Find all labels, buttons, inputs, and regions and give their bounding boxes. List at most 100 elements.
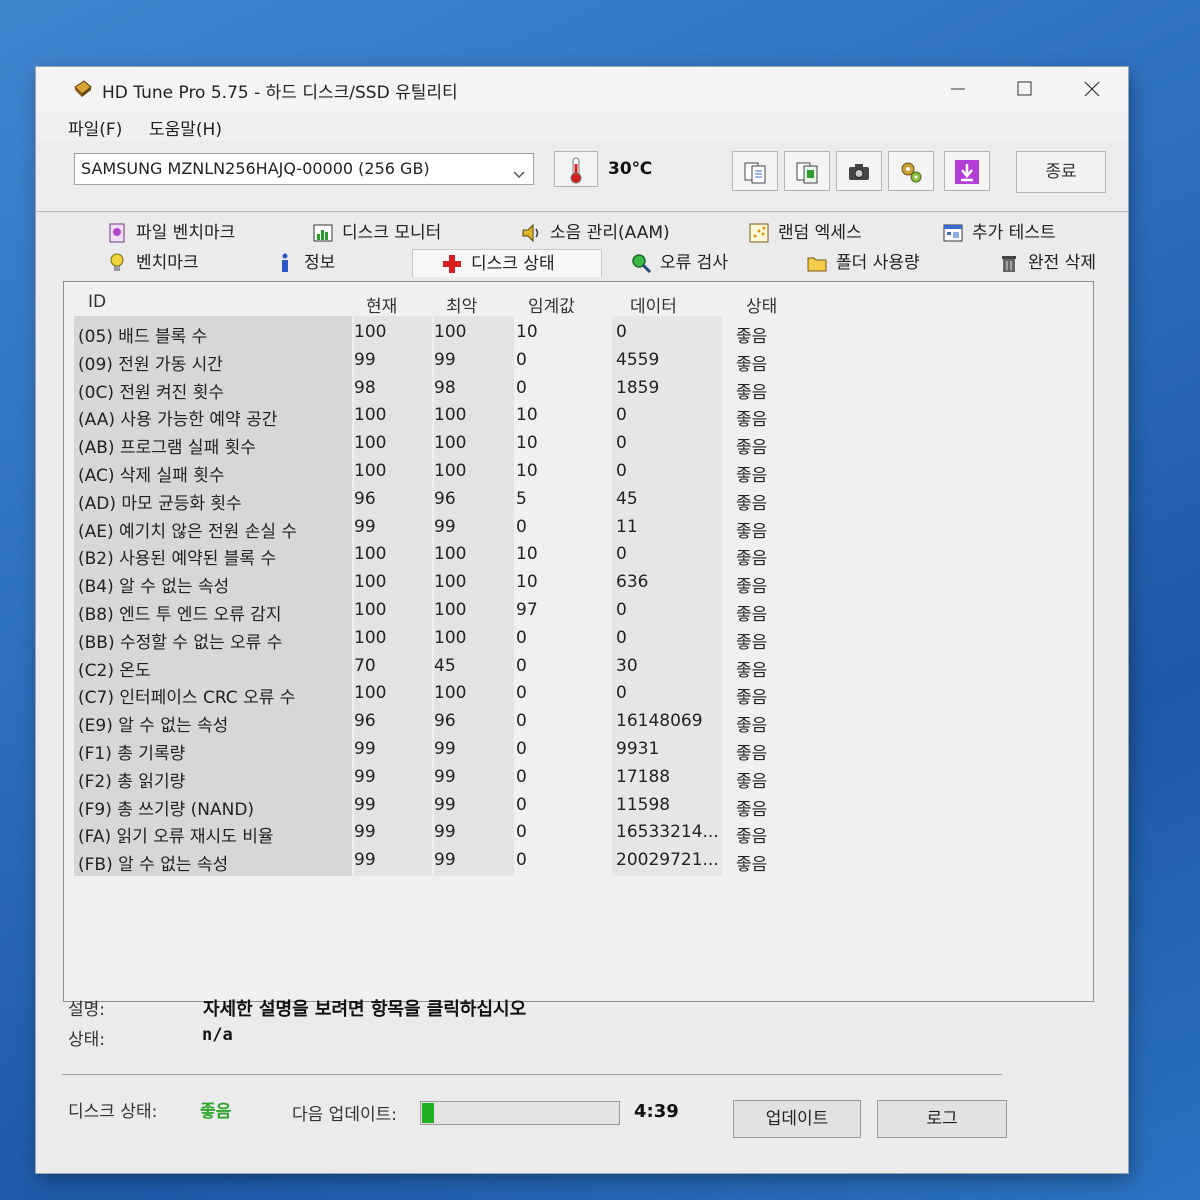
speaker-icon [520, 222, 542, 244]
table-row[interactable]: (AD) 마모 균등화 횟수 96 96 5 45 좋음 [64, 487, 1084, 515]
col-header-worst[interactable]: 최악 [446, 292, 477, 317]
row-worst: 100 [434, 627, 467, 648]
col-header-current[interactable]: 현재 [366, 292, 397, 317]
table-row[interactable]: (AA) 사용 가능한 예약 공간 100 100 10 0 좋음 [64, 403, 1084, 431]
tab-health[interactable]: 디스크 상태 [412, 249, 602, 277]
log-button[interactable]: 로그 [877, 1100, 1007, 1138]
table-row[interactable]: (C2) 온도 70 45 0 30 좋음 [64, 654, 1084, 682]
app-window: HD Tune Pro 5.75 - 하드 디스크/SSD 유틸리티 파일(F)… [36, 67, 1128, 1173]
row-current: 99 [354, 766, 376, 787]
tab-erase[interactable]: 완전 삭제 [998, 249, 1096, 277]
progress-fill [422, 1103, 434, 1123]
tab-file-benchmark[interactable]: 파일 벤치마크 [106, 219, 235, 247]
row-worst: 99 [434, 794, 456, 815]
table-row[interactable]: (E9) 알 수 없는 속성 96 96 0 16148069 좋음 [64, 709, 1084, 737]
table-row[interactable]: (AB) 프로그램 실패 횟수 100 100 10 0 좋음 [64, 431, 1084, 459]
exit-button[interactable]: 종료 [1016, 151, 1106, 193]
window-title: HD Tune Pro 5.75 - 하드 디스크/SSD 유틸리티 [102, 83, 458, 103]
tab-extra-tests[interactable]: 추가 테스트 [942, 219, 1056, 247]
row-status: 좋음 [736, 799, 768, 820]
table-row[interactable]: (B2) 사용된 예약된 블록 수 100 100 10 0 좋음 [64, 542, 1084, 570]
tab-folder-usage[interactable]: 폴더 사용량 [806, 249, 920, 277]
save-button[interactable] [944, 151, 990, 191]
temperature-button[interactable] [554, 151, 598, 187]
row-status: 좋음 [736, 410, 768, 431]
row-worst: 99 [434, 516, 456, 537]
drive-select[interactable]: SAMSUNG MZNLN256HAJQ-00000 (256 GB) [74, 153, 534, 185]
row-worst: 100 [434, 600, 467, 620]
title-bar[interactable]: HD Tune Pro 5.75 - 하드 디스크/SSD 유틸리티 [36, 67, 1128, 111]
row-id: (AD) 마모 균등화 횟수 [78, 493, 242, 514]
row-status: 좋음 [736, 438, 768, 459]
menu-file[interactable]: 파일(F) [68, 115, 122, 140]
divider [62, 1074, 1002, 1075]
minimize-button[interactable] [934, 73, 982, 105]
screenshot-button[interactable] [836, 151, 882, 191]
col-header-data[interactable]: 데이터 [630, 292, 677, 317]
row-data: 0 [616, 433, 627, 454]
row-current: 96 [354, 711, 376, 732]
gear-icon [901, 162, 922, 183]
row-current: 99 [354, 739, 376, 759]
table-row[interactable]: (AC) 삭제 실패 횟수 100 100 10 0 좋음 [64, 459, 1084, 487]
table-row[interactable]: (09) 전원 가동 시간 99 99 0 4559 좋음 [64, 348, 1084, 376]
close-button[interactable] [1068, 73, 1116, 105]
table-row[interactable]: (0C) 전원 켜진 횟수 98 98 0 1859 좋음 [64, 376, 1084, 404]
row-status: 좋음 [736, 327, 768, 347]
row-status: 좋음 [736, 605, 768, 625]
update-button[interactable]: 업데이트 [733, 1100, 861, 1138]
tab-disk-monitor[interactable]: 디스크 모니터 [312, 219, 441, 247]
menu-help[interactable]: 도움말(H) [149, 115, 222, 140]
table-row[interactable]: (B4) 알 수 없는 속성 100 100 10 636 좋음 [64, 570, 1084, 598]
tab-info[interactable]: 정보 [274, 249, 335, 277]
disk-monitor-icon [312, 222, 334, 244]
col-header-status[interactable]: 상태 [746, 292, 777, 317]
maximize-button[interactable] [1000, 73, 1048, 105]
row-data: 0 [616, 461, 627, 481]
folder-icon [806, 252, 828, 274]
row-current: 100 [354, 405, 387, 426]
row-id: (09) 전원 가동 시간 [78, 354, 223, 375]
trash-icon [998, 252, 1020, 274]
tab-aam[interactable]: 소음 관리(AAM) [520, 219, 670, 247]
table-row[interactable]: (F9) 총 쓰기량 (NAND) 99 99 0 11598 좋음 [64, 793, 1084, 821]
menu-bar: 파일(F) 도움말(H) [36, 111, 1128, 141]
row-id: (C7) 인터페이스 CRC 오류 수 [78, 688, 296, 709]
tab-benchmark[interactable]: 벤치마크 [106, 249, 199, 277]
tab-error-scan[interactable]: 오류 검사 [630, 249, 728, 277]
row-data: 11 [616, 516, 638, 537]
row-status: 좋음 [736, 493, 768, 514]
table-row[interactable]: (AE) 예기치 않은 전원 손실 수 99 99 0 11 좋음 [64, 515, 1084, 543]
table-row[interactable]: (B8) 엔드 투 엔드 오류 감지 100 100 97 0 좋음 [64, 598, 1084, 626]
copy-info-button[interactable] [732, 151, 778, 191]
row-worst: 99 [434, 822, 456, 843]
info-icon [274, 252, 296, 274]
row-worst: 100 [434, 322, 467, 342]
row-current: 100 [354, 572, 387, 593]
row-current: 100 [354, 433, 387, 454]
download-arrow-icon [955, 160, 979, 184]
table-row[interactable]: (FB) 알 수 없는 속성 99 99 0 20029721... 좋음 [64, 848, 1084, 876]
table-row[interactable]: (05) 배드 블록 수 100 100 10 0 좋음 [64, 320, 1084, 348]
row-current: 100 [354, 544, 387, 565]
copy-all-button[interactable] [784, 151, 830, 191]
row-threshold: 0 [516, 655, 527, 676]
table-row[interactable]: (F2) 총 읽기량 99 99 0 17188 좋음 [64, 765, 1084, 793]
table-row[interactable]: (C7) 인터페이스 CRC 오류 수 100 100 0 0 좋음 [64, 681, 1084, 709]
options-button[interactable] [888, 151, 934, 191]
table-row[interactable]: (FA) 읽기 오류 재시도 비율 99 99 0 16533214... 좋음 [64, 820, 1084, 848]
col-header-threshold[interactable]: 임계값 [528, 292, 575, 317]
table-row[interactable]: (BB) 수정할 수 없는 오류 수 100 100 0 0 좋음 [64, 626, 1084, 654]
tab-random-access[interactable]: 랜덤 엑세스 [748, 219, 862, 247]
row-worst: 100 [434, 405, 467, 426]
col-header-id[interactable]: ID [88, 292, 106, 312]
toolbar: SAMSUNG MZNLN256HAJQ-00000 (256 GB) 30℃ … [36, 141, 1128, 212]
table-row[interactable]: (F1) 총 기록량 99 99 0 9931 좋음 [64, 737, 1084, 765]
row-status: 좋음 [736, 549, 768, 570]
row-id: (B4) 알 수 없는 속성 [78, 577, 230, 598]
row-data: 0 [616, 627, 627, 648]
row-status: 좋음 [736, 771, 768, 792]
next-update-time: 4:39 [634, 1101, 679, 1122]
chevron-down-icon [511, 162, 527, 179]
row-data: 16533214... [616, 822, 719, 843]
